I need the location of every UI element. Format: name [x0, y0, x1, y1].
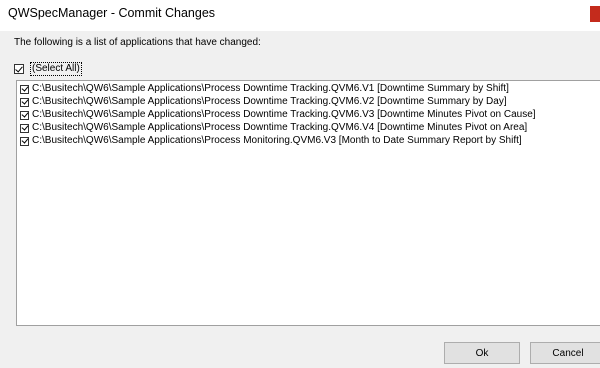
item-checkbox[interactable] — [20, 97, 29, 107]
item-checkbox[interactable] — [20, 123, 29, 133]
item-label: C:\Busitech\QW6\Sample Applications\Proc… — [32, 122, 528, 133]
list-item[interactable]: C:\Busitech\QW6\Sample Applications\Proc… — [20, 96, 507, 108]
select-all-label[interactable]: (Select All) — [30, 62, 82, 76]
list-item[interactable]: C:\Busitech\QW6\Sample Applications\Proc… — [20, 83, 509, 95]
item-checkbox[interactable] — [20, 110, 29, 120]
window-title: QWSpecManager - Commit Changes — [8, 6, 216, 20]
list-item[interactable]: C:\Busitech\QW6\Sample Applications\Proc… — [20, 122, 527, 134]
item-checkbox[interactable] — [20, 136, 29, 146]
intro-label: The following is a list of applications … — [14, 37, 261, 48]
item-label: C:\Busitech\QW6\Sample Applications\Proc… — [32, 109, 536, 120]
list-item[interactable]: C:\Busitech\QW6\Sample Applications\Proc… — [20, 135, 522, 147]
title-bar[interactable]: QWSpecManager - Commit Changes — [0, 0, 600, 31]
ok-button[interactable]: Ok — [444, 342, 520, 364]
select-all-checkbox[interactable] — [14, 64, 24, 74]
item-label: C:\Busitech\QW6\Sample Applications\Proc… — [32, 96, 507, 107]
changed-applications-list[interactable]: C:\Busitech\QW6\Sample Applications\Proc… — [16, 80, 600, 326]
cancel-button[interactable]: Cancel — [530, 342, 600, 364]
close-button[interactable] — [590, 6, 600, 22]
select-all-checkbox-row[interactable]: (Select All) — [14, 62, 82, 76]
list-item[interactable]: C:\Busitech\QW6\Sample Applications\Proc… — [20, 109, 536, 121]
commit-changes-dialog: QWSpecManager - Commit Changes The follo… — [0, 0, 600, 368]
item-label: C:\Busitech\QW6\Sample Applications\Proc… — [32, 135, 522, 146]
item-checkbox[interactable] — [20, 84, 29, 94]
item-label: C:\Busitech\QW6\Sample Applications\Proc… — [32, 83, 509, 94]
